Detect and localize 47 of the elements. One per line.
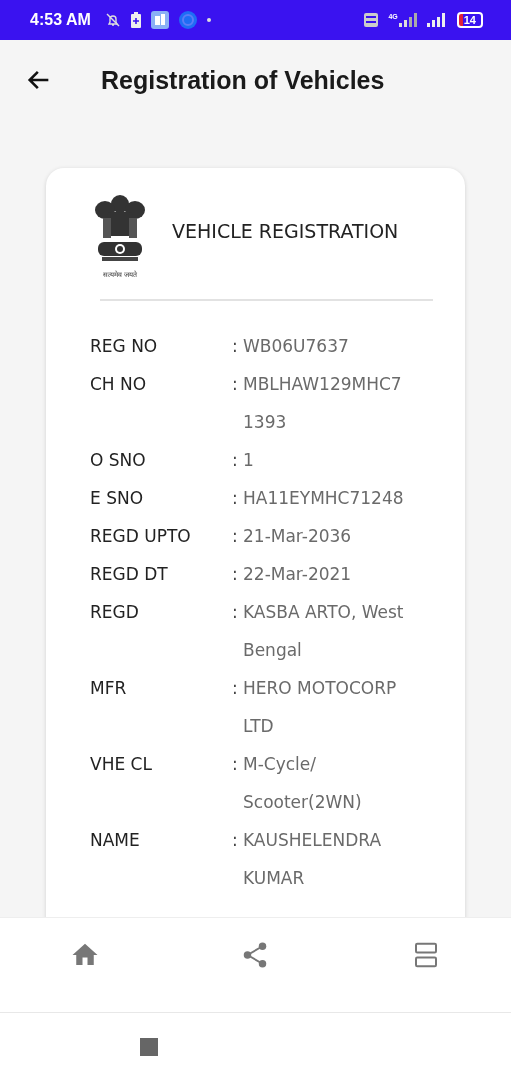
field-value: 1393	[243, 411, 288, 434]
battery-saver-icon	[130, 12, 141, 28]
field-value: KAUSHELENDRA	[243, 829, 382, 852]
field-label: E SNO	[90, 487, 145, 510]
dot-icon	[206, 18, 211, 22]
field-label: NAME	[90, 829, 141, 852]
field-label: VHE CL	[90, 753, 153, 776]
separator: :	[232, 525, 239, 548]
signal-icon	[398, 13, 417, 27]
screen-title: Registration of Vehicles	[101, 65, 385, 95]
separator: :	[232, 487, 239, 510]
field-value: 22-Mar-2021	[243, 563, 353, 586]
field-value: WB06U7637	[243, 335, 350, 358]
field-value: 21-Mar-2036	[243, 525, 353, 548]
card-title: VEHICLE REGISTRATION	[172, 220, 399, 242]
separator: :	[232, 753, 239, 776]
battery-level: 14	[456, 12, 483, 28]
field-value: Scooter(2WN)	[243, 791, 363, 814]
separator: :	[232, 829, 239, 852]
field-value: M-Cycle/	[243, 753, 317, 776]
separator: :	[232, 677, 239, 700]
field-label: REGD UPTO	[90, 525, 192, 548]
field-label: REGD DT	[90, 563, 169, 586]
field-value: MBLHAW129MHC7	[243, 373, 403, 396]
field-value: Bengal	[243, 639, 303, 662]
separator: :	[232, 601, 239, 624]
signal-icon	[426, 13, 447, 27]
bell-off-icon	[104, 12, 121, 28]
field-value: HERO MOTOCORP	[243, 677, 398, 700]
circle-app-icon	[178, 11, 197, 29]
field-value: LTD	[243, 715, 275, 738]
field-value: KASBA ARTO, West	[243, 601, 405, 624]
field-label: REG NO	[90, 335, 159, 358]
separator: :	[232, 335, 239, 358]
field-value: 1	[243, 449, 255, 472]
status-time: 4:53 AM	[30, 11, 91, 29]
field-label: REGD	[90, 601, 140, 624]
field-value: KUMAR	[243, 867, 306, 890]
recents-icon[interactable]	[140, 1037, 158, 1056]
field-label: O SNO	[90, 449, 147, 472]
field-label: CH NO	[90, 373, 148, 396]
separator: :	[232, 449, 239, 472]
app-icon	[150, 11, 169, 29]
field-label: MFR	[90, 677, 128, 700]
field-value: HA11EYMHC71248	[243, 487, 405, 510]
separator: :	[232, 373, 239, 396]
separator: :	[232, 563, 239, 586]
